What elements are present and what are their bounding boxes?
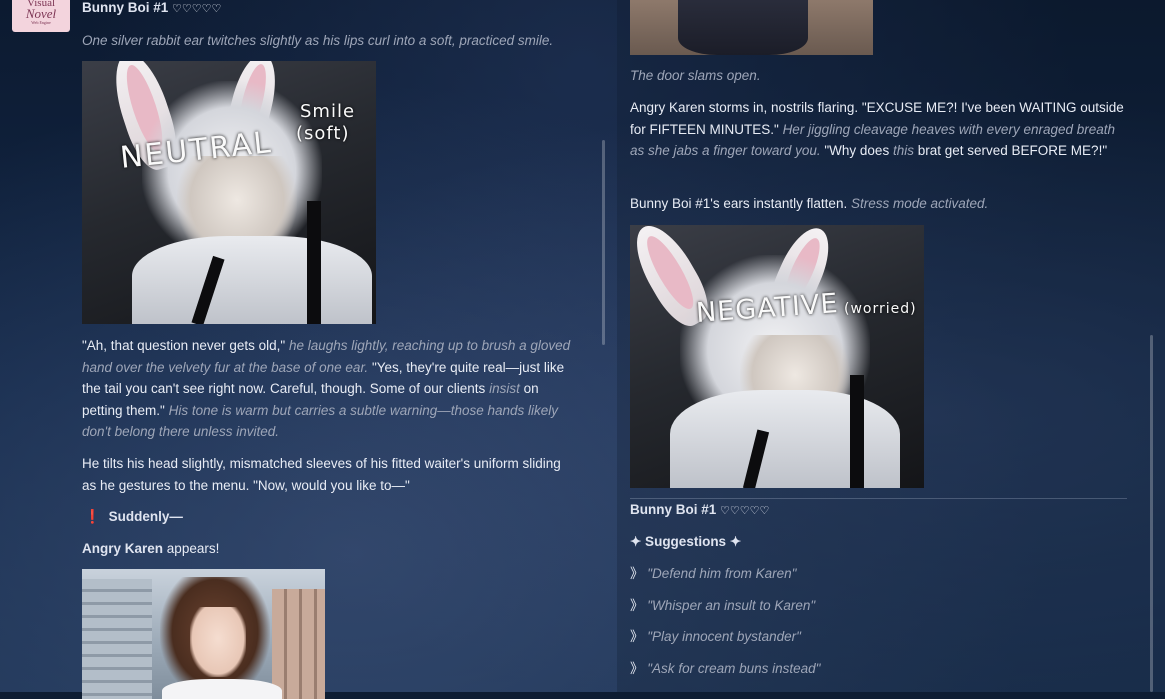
soft-label: (soft)	[296, 123, 350, 144]
ears-text: Bunny Boi #1's ears instantly flatten.	[630, 196, 848, 211]
karen-dialogue: Angry Karen storms in, nostrils flaring.…	[630, 97, 1130, 162]
suggestion-text: "Play innocent bystander"	[647, 629, 801, 644]
karen-emphasis: this	[892, 143, 914, 158]
worried-label: (worried)	[844, 301, 917, 317]
suddenly-line: ❗ Suddenly—	[84, 506, 183, 528]
left-chat-panel[interactable]: Visual Novel Web Engine Bunny Boi #1 ♡♡♡…	[0, 0, 605, 699]
intro-narration: One silver rabbit ear twitches slightly …	[82, 33, 554, 48]
appears-name: Angry Karen	[82, 541, 164, 556]
suggestion-marker: 》	[630, 598, 644, 613]
suggestions-title: ✦ Suggestions ✦	[630, 534, 742, 549]
appears-text: appears!	[166, 541, 220, 556]
narration-paragraph: He tilts his head slightly, mismatched s…	[82, 456, 561, 493]
appears-line: Angry Karen appears!	[82, 538, 219, 560]
smile-label: Smile	[300, 101, 356, 122]
right-scrollbar[interactable]	[1150, 335, 1153, 692]
avatar-line2: Novel	[25, 6, 57, 21]
exclamation-icon: ❗	[84, 509, 101, 524]
neutral-expression-image[interactable]: NEUTRAL Smile (soft)	[82, 61, 376, 324]
speech-1: "Ah, that question never gets old,"	[82, 338, 286, 353]
karen-figure-image[interactable]	[630, 0, 873, 55]
suggestion-text: "Ask for cream buns instead"	[647, 661, 821, 676]
speaker-name: Bunny Boi #1	[82, 0, 169, 15]
emphasis: insist	[489, 381, 520, 396]
suggestion-item[interactable]: 》 "Ask for cream buns instead"	[630, 658, 820, 680]
dialogue-paragraph: "Ah, that question never gets old," he l…	[82, 335, 577, 443]
stress-text: Stress mode activated.	[850, 196, 989, 211]
suggestion-item[interactable]: 》 "Whisper an insult to Karen"	[630, 595, 815, 617]
suggestion-marker: 》	[630, 629, 644, 644]
ears-line: Bunny Boi #1's ears instantly flatten. S…	[630, 193, 988, 215]
suggestion-text: "Whisper an insult to Karen"	[647, 598, 816, 613]
hearts-rating: ♡♡♡♡♡	[172, 3, 222, 15]
speaker-header: Bunny Boi #1 ♡♡♡♡♡	[82, 0, 221, 21]
speaker-name-2: Bunny Boi #1	[630, 502, 717, 517]
karen-speech-2: "Why does	[824, 143, 890, 158]
karen-speech-3: brat get served BEFORE ME?!"	[917, 143, 1108, 158]
suggestion-text: "Defend him from Karen"	[647, 566, 797, 581]
suggestion-marker: 》	[630, 661, 644, 676]
speaker-header-2: Bunny Boi #1 ♡♡♡♡♡	[630, 499, 769, 523]
suggestion-item[interactable]: 》 "Play innocent bystander"	[630, 626, 801, 648]
door-narration: The door slams open.	[630, 68, 761, 83]
suggestion-item[interactable]: 》 "Defend him from Karen"	[630, 563, 796, 585]
negative-expression-image[interactable]: NEGATIVE (worried)	[630, 225, 924, 488]
suddenly-text: Suddenly—	[108, 509, 183, 524]
hearts-rating-2: ♡♡♡♡♡	[720, 505, 770, 517]
avatar-line3: Web Engine	[31, 20, 51, 25]
angry-karen-image[interactable]	[82, 569, 325, 699]
suggestion-marker: 》	[630, 566, 644, 581]
avatar[interactable]: Visual Novel Web Engine	[12, 0, 70, 32]
left-scrollbar[interactable]	[602, 140, 605, 345]
